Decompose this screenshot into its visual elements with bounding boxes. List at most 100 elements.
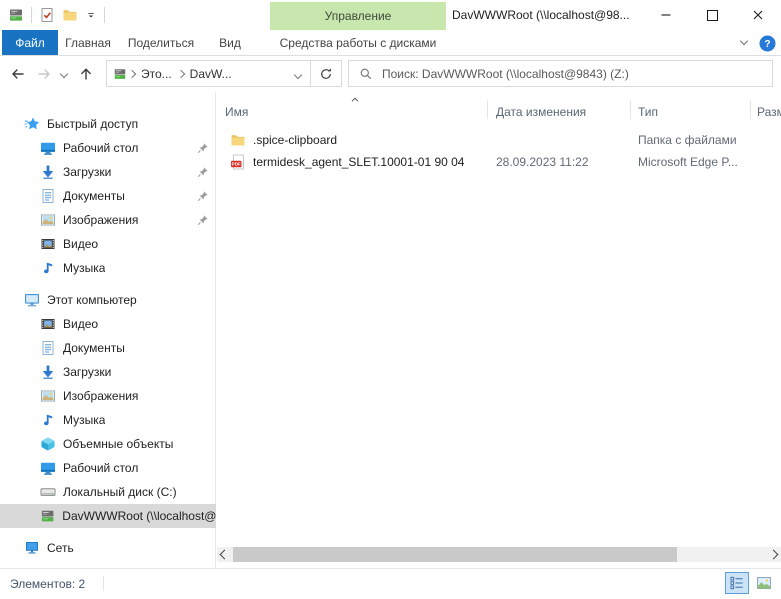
- desktop-icon: [40, 460, 56, 476]
- sidebar-item-label: Документы: [63, 189, 125, 203]
- desktop-icon: [40, 140, 56, 156]
- column-divider[interactable]: [630, 100, 631, 119]
- sidebar-item-davwwwroot[interactable]: DavWWWRoot (\\localhost@9: [0, 504, 216, 528]
- quick-access-toolbar: [8, 0, 105, 30]
- tab-disk-tools[interactable]: Средства работы с дисками: [270, 30, 446, 55]
- sidebar-item-pictures[interactable]: Изображения: [0, 208, 216, 232]
- table-row[interactable]: termidesk_agent_SLET.10001-01 90 04 28.0…: [217, 151, 781, 173]
- properties-check-icon[interactable]: [39, 7, 55, 23]
- column-header-size[interactable]: Разм: [757, 105, 781, 119]
- sidebar-item-label: Документы: [63, 341, 125, 355]
- forward-button[interactable]: [32, 62, 56, 86]
- sidebar-item-music[interactable]: Музыка: [0, 256, 216, 280]
- sidebar-item-local-disk-c[interactable]: Локальный диск (C:): [0, 480, 216, 504]
- sidebar-item-label: Загрузки: [63, 165, 111, 179]
- tab-share[interactable]: Поделиться: [118, 30, 204, 55]
- breadcrumb-chevron-icon: [128, 69, 136, 77]
- sidebar-section-label: Быстрый доступ: [47, 117, 138, 131]
- chevron-left-icon: [220, 550, 230, 560]
- pdf-icon: [230, 154, 246, 170]
- scrollbar-thumb[interactable]: [233, 547, 677, 562]
- file-type: Папка с файлами: [638, 133, 737, 147]
- breadcrumb-item-davwwwroot[interactable]: DavW...: [186, 67, 236, 81]
- music-icon: [40, 260, 56, 276]
- chevron-right-icon: [769, 550, 779, 560]
- breadcrumb-item-this-pc[interactable]: Это...: [137, 67, 176, 81]
- tab-home[interactable]: Главная: [58, 30, 118, 55]
- close-icon: [750, 7, 766, 23]
- sidebar-item-label: Видео: [63, 317, 98, 331]
- file-list-pane: Имя Дата изменения Тип Разм .spice-clipb…: [217, 92, 781, 568]
- view-toggle-group: [725, 572, 776, 594]
- explorer-window: Управление DavWWWRoot (\\localhost@98...…: [0, 0, 781, 599]
- breadcrumb-drive-icon: [113, 67, 127, 81]
- search-box: [348, 60, 773, 87]
- column-header-name[interactable]: Имя: [225, 105, 248, 119]
- thumbnail-view-icon: [756, 575, 772, 591]
- items-count: Элементов: 2: [10, 577, 85, 591]
- chevron-down-icon: [294, 70, 302, 78]
- minimize-button[interactable]: [643, 0, 689, 30]
- sidebar-section-this-pc[interactable]: Этот компьютер: [0, 288, 216, 312]
- sidebar-item-desktop[interactable]: Рабочий стол: [0, 456, 216, 480]
- tab-view[interactable]: Вид: [204, 30, 256, 55]
- contextual-tab-manage[interactable]: Управление: [270, 2, 446, 30]
- cube-icon: [40, 436, 56, 452]
- breadcrumb[interactable]: Это... DavW...: [106, 60, 342, 87]
- column-divider[interactable]: [750, 100, 751, 119]
- up-arrow-icon: [78, 66, 94, 82]
- scroll-left-button[interactable]: [217, 547, 232, 562]
- sidebar-item-documents[interactable]: Документы: [0, 336, 216, 360]
- file-name: .spice-clipboard: [253, 133, 337, 147]
- sidebar-item-videos[interactable]: Видео: [0, 232, 216, 256]
- close-button[interactable]: [735, 0, 781, 30]
- search-input[interactable]: [382, 67, 762, 81]
- sidebar-item-videos[interactable]: Видео: [0, 312, 216, 336]
- recent-locations-button[interactable]: [56, 62, 72, 86]
- back-arrow-icon: [10, 66, 26, 82]
- minimize-icon: [658, 7, 674, 23]
- navigation-pane: Быстрый доступ Рабочий стол Загрузки Док…: [0, 92, 216, 568]
- refresh-button[interactable]: [311, 67, 341, 81]
- maximize-icon: [707, 10, 718, 21]
- folder-icon: [230, 132, 246, 148]
- horizontal-scrollbar[interactable]: [217, 547, 781, 562]
- window-title: DavWWWRoot (\\localhost@98...: [452, 0, 630, 30]
- pin-icon: [197, 166, 209, 178]
- address-bar: Это... DavW...: [0, 56, 781, 92]
- sidebar-section-label: Этот компьютер: [47, 293, 137, 307]
- column-divider[interactable]: [487, 100, 488, 119]
- sidebar-item-downloads[interactable]: Загрузки: [0, 360, 216, 384]
- sidebar-section-network[interactable]: Сеть: [0, 536, 216, 560]
- sidebar-item-label: Видео: [63, 237, 98, 251]
- help-button[interactable]: [759, 35, 776, 52]
- sidebar-item-downloads[interactable]: Загрузки: [0, 160, 216, 184]
- pin-icon: [197, 214, 209, 226]
- table-row[interactable]: .spice-clipboard Папка с файлами: [217, 129, 781, 151]
- sort-ascending-icon[interactable]: [348, 93, 362, 107]
- scroll-right-button[interactable]: [766, 547, 781, 562]
- sidebar-item-music[interactable]: Музыка: [0, 408, 216, 432]
- sidebar-item-desktop[interactable]: Рабочий стол: [0, 136, 216, 160]
- tab-file[interactable]: Файл: [2, 30, 58, 55]
- sidebar-item-documents[interactable]: Документы: [0, 184, 216, 208]
- status-bar: Элементов: 2: [0, 568, 781, 599]
- up-button[interactable]: [74, 62, 98, 86]
- sidebar-item-pictures[interactable]: Изображения: [0, 384, 216, 408]
- sidebar-item-3d-objects[interactable]: Объемные объекты: [0, 432, 216, 456]
- chevron-down-icon: [60, 70, 68, 78]
- details-view-button[interactable]: [725, 572, 749, 594]
- file-type: Microsoft Edge P...: [638, 155, 738, 169]
- column-header-type[interactable]: Тип: [638, 105, 658, 119]
- network-drive-icon[interactable]: [8, 7, 24, 23]
- address-dropdown-button[interactable]: [286, 67, 310, 81]
- new-folder-icon[interactable]: [62, 7, 78, 23]
- sidebar-section-label: Сеть: [47, 541, 74, 555]
- thumbnail-view-button[interactable]: [752, 572, 776, 594]
- customize-caret-icon[interactable]: [85, 9, 97, 21]
- back-button[interactable]: [6, 62, 30, 86]
- column-header-date-modified[interactable]: Дата изменения: [496, 105, 586, 119]
- sidebar-section-quick-access[interactable]: Быстрый доступ: [0, 112, 216, 136]
- maximize-button[interactable]: [689, 0, 735, 30]
- title-bar: Управление DavWWWRoot (\\localhost@98...: [0, 0, 781, 30]
